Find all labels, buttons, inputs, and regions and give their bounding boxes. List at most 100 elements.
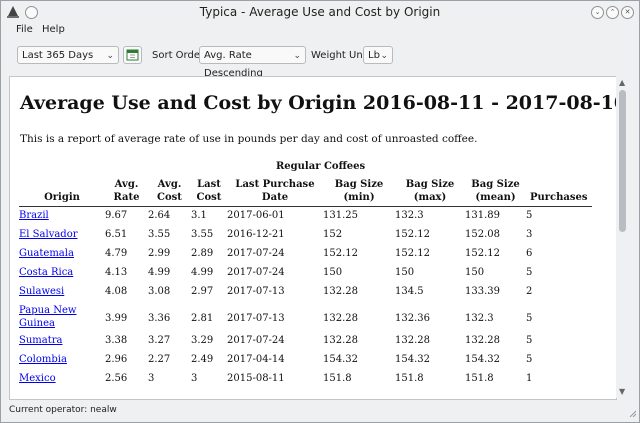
table-cell: 134.5 bbox=[395, 286, 424, 297]
table-cell: 152.12 bbox=[395, 229, 430, 240]
table-cell: 132.28 bbox=[465, 335, 500, 346]
main-window: Typica - Average Use and Cost by Origin … bbox=[0, 0, 640, 423]
table-cell: 2017-07-24 bbox=[227, 267, 285, 278]
table-cell: 132.28 bbox=[323, 312, 358, 324]
table-cell: 5 bbox=[526, 312, 533, 324]
report-view[interactable]: Average Use and Cost by Origin 2016-08-1… bbox=[9, 76, 617, 400]
table-cell: 132.36 bbox=[395, 312, 430, 324]
table-cell: 132.28 bbox=[395, 335, 430, 346]
table-cell: 2015-08-11 bbox=[227, 373, 285, 384]
table-caption: Regular Coffees bbox=[276, 161, 366, 172]
table-cell: 3.29 bbox=[191, 335, 214, 346]
column-header-text: Cost bbox=[196, 192, 222, 203]
menu-file[interactable]: File bbox=[16, 24, 33, 35]
vertical-scrollbar[interactable]: ▲ ▼ bbox=[616, 76, 630, 398]
origin-link[interactable]: Sulawesi bbox=[19, 283, 105, 302]
table-row: Sumatra 3.38 3.27 3.29 2017-07-24 132.28 132.2… bbox=[19, 332, 592, 351]
chevron-down-icon: ⌄ bbox=[106, 51, 114, 61]
table-cell: 2.56 bbox=[105, 373, 128, 384]
table-cell: 1 bbox=[526, 373, 533, 384]
table-cell: 2 bbox=[526, 286, 533, 297]
resize-grip-icon[interactable] bbox=[628, 409, 636, 417]
weight-unit-select[interactable]: Lb ⌄ bbox=[363, 46, 393, 64]
sort-order-select[interactable]: Avg. Rate Descending ⌄ bbox=[199, 46, 306, 79]
column-header: Bag Size (mean) bbox=[465, 178, 526, 207]
column-header: Bag Size (min) bbox=[323, 178, 395, 207]
column-header-text: Origin bbox=[44, 192, 80, 203]
window-title: Typica - Average Use and Cost by Origin bbox=[199, 5, 441, 19]
table-cell: 2.81 bbox=[191, 312, 214, 324]
table-row: Guatemala 4.79 2.99 2.89 2017-07-24 152.12 152… bbox=[19, 245, 592, 264]
table-cell: 2.97 bbox=[191, 286, 214, 297]
minimize-button[interactable]: ⌄ bbox=[591, 6, 604, 19]
table-cell: 2016-12-21 bbox=[227, 229, 285, 240]
status-bar: Current operator: nealw bbox=[1, 402, 639, 420]
report-title: Average Use and Cost by Origin 2016-08-1… bbox=[20, 92, 617, 114]
menu-bar: File Help bbox=[1, 23, 639, 39]
table-cell: 2017-04-14 bbox=[227, 354, 285, 365]
table-cell: 3 bbox=[526, 229, 533, 240]
table-cell: 3 bbox=[191, 373, 198, 384]
report-description: This is a report of average rate of use … bbox=[20, 133, 478, 145]
table-cell: 2.64 bbox=[148, 210, 171, 221]
table-row: Colombia 2.96 2.27 2.49 2017-04-14 154.32 154.… bbox=[19, 351, 592, 370]
table-cell: 2017-06-01 bbox=[227, 210, 285, 221]
table-cell: 4.79 bbox=[105, 248, 128, 259]
table-cell: 6.51 bbox=[105, 229, 128, 240]
close-button[interactable]: ✕ bbox=[621, 6, 634, 19]
origin-link[interactable]: Colombia bbox=[19, 351, 105, 370]
minimize-icon: ⌄ bbox=[594, 8, 601, 16]
origin-link[interactable]: Brazil bbox=[19, 207, 105, 227]
table-cell: 2.49 bbox=[191, 354, 214, 365]
table-cell: 4.99 bbox=[191, 267, 214, 278]
menu-help[interactable]: Help bbox=[42, 24, 65, 35]
column-header: Last Cost bbox=[191, 178, 227, 207]
origin-link[interactable]: Sumatra bbox=[19, 332, 105, 351]
custom-date-button[interactable] bbox=[123, 46, 142, 64]
table-cell: 5 bbox=[526, 210, 533, 221]
weight-unit-value: Lb bbox=[368, 50, 380, 61]
scrollbar-thumb[interactable] bbox=[619, 90, 626, 232]
column-header-text: (max) bbox=[413, 192, 447, 203]
table-cell: 3.55 bbox=[148, 229, 171, 240]
table-cell: 4.99 bbox=[148, 267, 171, 278]
maximize-icon: ⌃ bbox=[609, 8, 616, 16]
column-header-text: (mean) bbox=[475, 192, 516, 203]
column-header: Avg. Rate bbox=[105, 178, 148, 207]
maximize-button[interactable]: ⌃ bbox=[606, 6, 619, 19]
column-header-text: Bag Size bbox=[405, 179, 455, 190]
table-cell: 5 bbox=[526, 335, 533, 346]
column-header-text: Purchases bbox=[530, 192, 588, 203]
table-row: Mexico 2.56 3 3 2015-08-11 151.8 151.8 151.8 1 bbox=[19, 370, 592, 389]
column-header-text: Bag Size bbox=[471, 179, 520, 190]
sort-order-value: Avg. Rate Descending bbox=[204, 50, 263, 79]
column-header: Origin bbox=[19, 178, 105, 207]
table-cell: 132.3 bbox=[465, 312, 494, 324]
table-cell: 3.55 bbox=[191, 229, 214, 240]
table-body: Brazil 9.67 2.64 3.1 2017-06-01 131.25 132.3 13… bbox=[19, 207, 592, 390]
table-cell: 4.13 bbox=[105, 267, 128, 278]
origin-link[interactable]: Guatemala bbox=[19, 245, 105, 264]
table-cell: 2017-07-24 bbox=[227, 335, 285, 346]
origin-link[interactable]: Costa Rica bbox=[19, 264, 105, 283]
scroll-up-icon[interactable]: ▲ bbox=[619, 78, 625, 87]
table-cell: 3.38 bbox=[105, 335, 128, 346]
scroll-down-icon[interactable]: ▼ bbox=[619, 387, 625, 396]
origin-link[interactable]: Papua New Guinea bbox=[19, 302, 105, 332]
table-cell: 152 bbox=[323, 229, 343, 240]
table-cell: 2.27 bbox=[148, 354, 171, 365]
column-header-text: Date bbox=[261, 192, 289, 203]
table-cell: 2.96 bbox=[105, 354, 128, 365]
column-header-text: Avg. bbox=[114, 179, 139, 190]
period-select[interactable]: Last 365 Days ⌄ bbox=[17, 46, 119, 64]
status-text: Current operator: nealw bbox=[9, 405, 117, 415]
origin-link[interactable]: El Salvador bbox=[19, 226, 105, 245]
table-cell: 4.08 bbox=[105, 286, 128, 297]
table-cell: 132.3 bbox=[395, 210, 424, 221]
column-header-text: Bag Size bbox=[334, 179, 384, 190]
table-cell: 131.89 bbox=[465, 210, 500, 221]
table-cell: 154.32 bbox=[465, 354, 500, 365]
table-cell: 132.28 bbox=[323, 335, 358, 346]
origin-link[interactable]: Mexico bbox=[19, 370, 105, 389]
table-cell: 3.36 bbox=[148, 312, 171, 324]
